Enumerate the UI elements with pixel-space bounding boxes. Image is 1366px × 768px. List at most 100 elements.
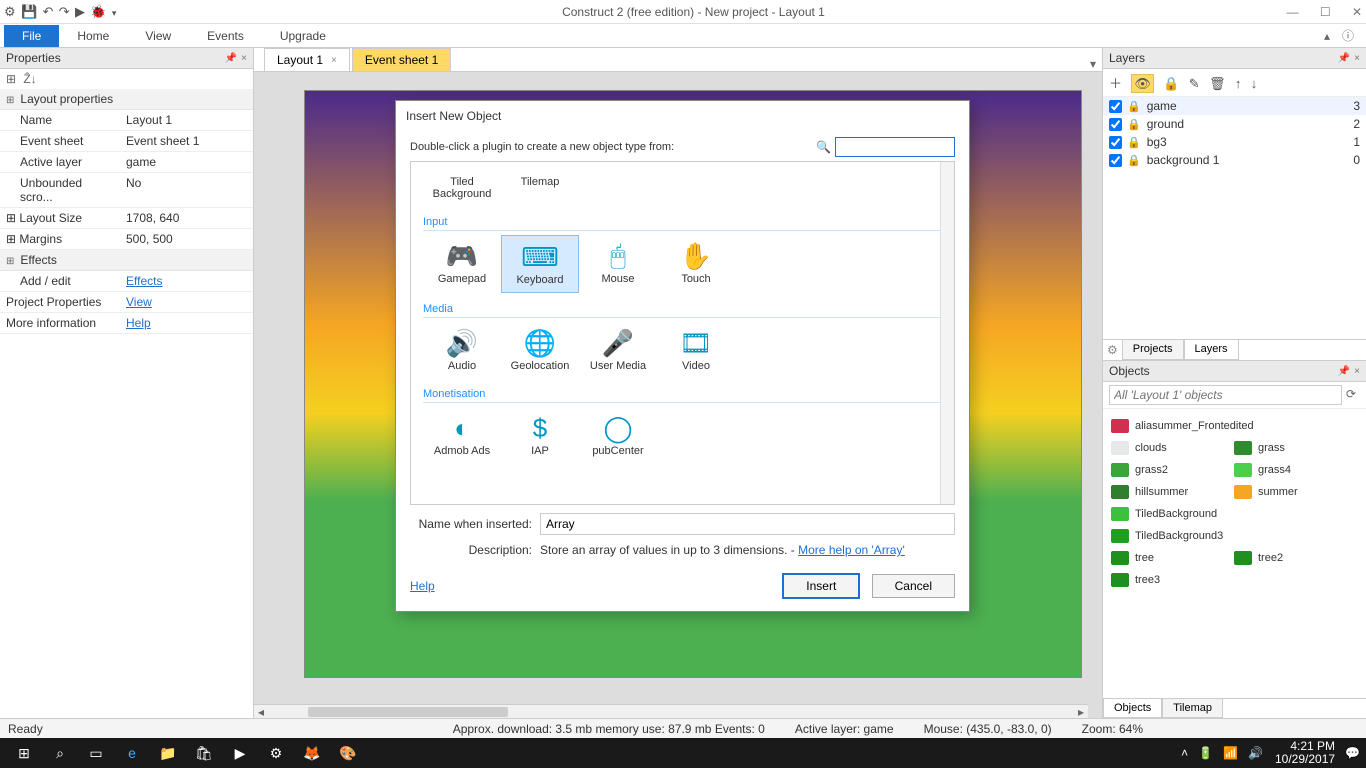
tray-volume-icon[interactable]: 🔊 (1248, 746, 1263, 760)
tab-layout1[interactable]: Layout 1 × (264, 48, 350, 71)
objects-search-input[interactable] (1109, 385, 1342, 405)
plugin-item[interactable]: ✋Touch (657, 235, 735, 293)
plugin-item[interactable]: 🌐Geolocation (501, 322, 579, 378)
upgrade-tab[interactable]: Upgrade (262, 25, 344, 47)
events-tab[interactable]: Events (189, 25, 262, 47)
object-item[interactable]: clouds (1109, 437, 1232, 459)
firefox-icon[interactable]: 🦊 (294, 738, 330, 768)
effects-link[interactable]: Effects (120, 271, 253, 291)
dialog-help-link[interactable]: Help (410, 579, 435, 593)
undo-icon[interactable]: ↶ (43, 4, 54, 19)
run-icon[interactable]: ▶ (75, 4, 85, 19)
plugin-item[interactable]: ◯pubCenter (579, 407, 657, 463)
view-tab[interactable]: View (127, 25, 189, 47)
object-item[interactable]: grass4 (1232, 459, 1355, 481)
object-item[interactable]: summer (1232, 481, 1355, 503)
object-item[interactable]: tree3 (1109, 569, 1232, 591)
cancel-button[interactable]: Cancel (872, 574, 955, 598)
panel-close-icon[interactable]: × (1354, 366, 1360, 377)
ribbon-help-icon[interactable]: ⓘ (1342, 27, 1354, 44)
paint-icon[interactable]: 🎨 (330, 738, 366, 768)
objects-tab[interactable]: Objects (1103, 699, 1162, 718)
help-link[interactable]: Help (120, 313, 253, 333)
plugin-item[interactable]: 🔊Audio (423, 322, 501, 378)
pin-icon[interactable]: 📌 (1338, 53, 1350, 64)
props-sort-icon[interactable]: Ẑ↓ (23, 72, 36, 86)
plugin-search-input[interactable] (835, 137, 955, 157)
layer-row[interactable]: 🔒game3 (1103, 97, 1366, 115)
redo-icon[interactable]: ↷ (59, 4, 70, 19)
panel-close-icon[interactable]: × (241, 53, 247, 64)
tab-eventsheet1[interactable]: Event sheet 1 (352, 48, 451, 71)
layer-up-icon[interactable]: ↑ (1235, 76, 1242, 91)
object-item[interactable]: tree (1109, 547, 1232, 569)
vertical-scrollbar[interactable] (940, 162, 954, 504)
insert-button[interactable]: Insert (782, 573, 860, 599)
object-item[interactable]: hillsummer (1109, 481, 1232, 503)
file-explorer-icon[interactable]: 📁 (150, 738, 186, 768)
plugin-item[interactable]: Tilemap (501, 168, 579, 206)
cog-icon[interactable]: ⚙ (1103, 340, 1122, 360)
object-item[interactable]: tree2 (1232, 547, 1355, 569)
layer-row[interactable]: 🔒background 10 (1103, 151, 1366, 169)
prop-value[interactable]: game (120, 152, 253, 172)
taskbar-clock[interactable]: 4:21 PM 10/29/2017 (1275, 740, 1335, 766)
layout-properties-section[interactable]: Layout properties (0, 89, 253, 110)
cortana-search-icon[interactable]: ⌕ (42, 738, 78, 768)
layer-row[interactable]: 🔒ground2 (1103, 115, 1366, 133)
store-icon[interactable]: 🛍 (186, 738, 222, 768)
pin-icon[interactable]: 📌 (1338, 366, 1350, 377)
object-item[interactable]: grass2 (1109, 459, 1232, 481)
edge-icon[interactable]: e (114, 738, 150, 768)
lock-icon[interactable]: 🔒 (1127, 118, 1141, 131)
layer-visibility-icon[interactable]: 👁 (1131, 74, 1154, 93)
lock-icon[interactable]: 🔒 (1127, 136, 1141, 149)
layer-down-icon[interactable]: ↓ (1251, 76, 1258, 91)
layer-delete-icon[interactable]: 🗑 (1209, 76, 1226, 91)
plugin-item[interactable]: Tiled Background (423, 168, 501, 206)
settings-icon[interactable]: ⚙ (258, 738, 294, 768)
plugin-list[interactable]: Tiled BackgroundTilemap Input🎮Gamepad⌨Ke… (410, 161, 955, 505)
prop-value[interactable]: No (120, 173, 253, 207)
minimize-icon[interactable]: — (1286, 5, 1298, 19)
plugin-item[interactable]: 🖱Mouse (579, 235, 657, 293)
layer-row[interactable]: 🔒bg31 (1103, 133, 1366, 151)
tray-chevron-icon[interactable]: ˄ (1181, 746, 1188, 760)
layer-edit-icon[interactable]: ✎ (1189, 76, 1200, 91)
layer-visibility-checkbox[interactable] (1109, 154, 1122, 167)
object-item[interactable]: TiledBackground (1109, 503, 1360, 525)
tabs-overflow-icon[interactable]: ▾ (1090, 57, 1096, 71)
prop-value[interactable]: 500, 500 (120, 229, 253, 249)
ribbon-collapse-icon[interactable]: ▴ (1324, 29, 1330, 43)
layer-add-icon[interactable]: ＋ (1109, 76, 1122, 91)
projects-tab[interactable]: Projects (1122, 340, 1184, 360)
layer-lock-icon[interactable]: 🔒 (1163, 76, 1179, 91)
debug-icon[interactable]: 🐞 (90, 4, 106, 19)
action-center-icon[interactable]: 💬 (1345, 746, 1360, 760)
panel-close-icon[interactable]: × (1354, 53, 1360, 64)
prop-value[interactable]: 1708, 640 (120, 208, 253, 228)
tab-close-icon[interactable]: × (331, 55, 337, 66)
tray-wifi-icon[interactable]: 📶 (1223, 746, 1238, 760)
name-when-inserted-input[interactable] (540, 513, 955, 535)
props-collapse-icon[interactable]: ⊞ (6, 72, 16, 86)
layers-tab[interactable]: Layers (1184, 340, 1239, 360)
maximize-icon[interactable]: ☐ (1320, 5, 1331, 19)
home-tab[interactable]: Home (59, 25, 127, 47)
layer-visibility-checkbox[interactable] (1109, 100, 1122, 113)
media-icon[interactable]: ▶ (222, 738, 258, 768)
plugin-item[interactable]: 🎤User Media (579, 322, 657, 378)
close-icon[interactable]: ✕ (1352, 5, 1362, 19)
plugin-item[interactable]: $IAP (501, 407, 579, 463)
plugin-item[interactable]: 🎞Video (657, 322, 735, 378)
object-item[interactable]: TiledBackground3 (1109, 525, 1360, 547)
prop-value[interactable]: Layout 1 (120, 110, 253, 130)
file-tab[interactable]: File (4, 25, 59, 47)
start-icon[interactable]: ⊞ (6, 738, 42, 768)
tilemap-tab[interactable]: Tilemap (1162, 699, 1223, 718)
object-item[interactable]: grass (1232, 437, 1355, 459)
effects-section[interactable]: Effects (0, 250, 253, 271)
task-view-icon[interactable]: ▭ (78, 738, 114, 768)
plugin-item[interactable]: ◐Admob Ads (423, 407, 501, 463)
pin-icon[interactable]: 📌 (225, 53, 237, 64)
